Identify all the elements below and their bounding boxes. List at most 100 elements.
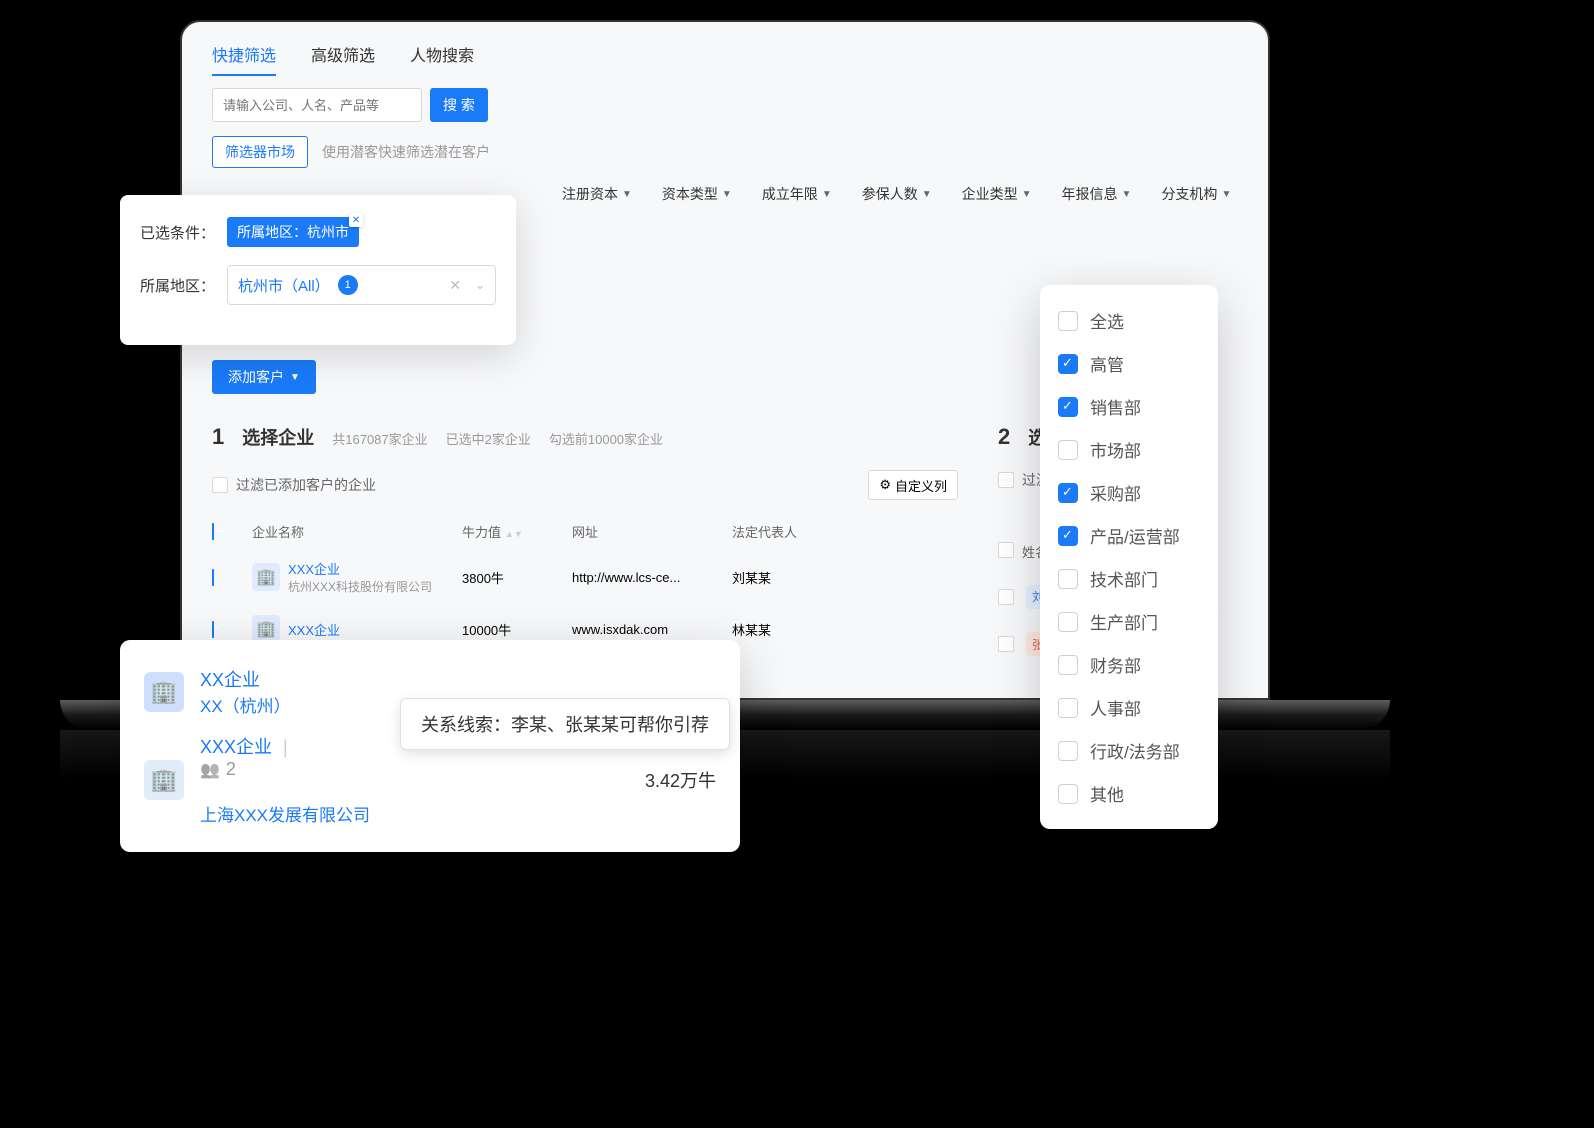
- dept-label: 市场部: [1090, 437, 1141, 462]
- dept-option[interactable]: 技术部门: [1058, 557, 1200, 600]
- condition-tag[interactable]: 所属地区：杭州市 ✕: [227, 217, 359, 247]
- dept-checkbox[interactable]: [1058, 483, 1078, 503]
- relation-tooltip: 关系线索：李某、张某某可帮你引荐: [400, 698, 730, 750]
- col-header-url: 网址: [572, 522, 712, 541]
- dept-checkbox[interactable]: [1058, 569, 1078, 589]
- chevron-down-icon: ⌄: [475, 278, 485, 292]
- filter-tabs: 快捷筛选 高级筛选 人物搜索: [212, 42, 1238, 76]
- chevron-down-icon: ▼: [290, 372, 300, 383]
- tab-advanced-filter[interactable]: 高级筛选: [311, 42, 375, 76]
- dept-option[interactable]: 财务部: [1058, 643, 1200, 686]
- cell-niu: 3800牛: [462, 568, 552, 587]
- filter-market-button[interactable]: 筛选器市场: [212, 136, 308, 168]
- dept-option[interactable]: 高管: [1058, 342, 1200, 385]
- select-top-link[interactable]: 勾选前10000家企业: [549, 429, 663, 448]
- search-input[interactable]: [212, 88, 422, 122]
- filter-capital[interactable]: 注册资本▼: [562, 184, 632, 204]
- company-score: 3.42万牛: [645, 767, 716, 793]
- building-icon: 🏢: [144, 672, 184, 712]
- selected-conditions-label: 已选条件：: [140, 222, 215, 243]
- caret-icon: ▼: [722, 189, 732, 200]
- region-label: 所属地区：: [140, 275, 215, 296]
- dept-option[interactable]: 全选: [1058, 299, 1200, 342]
- search-row: 搜 索: [212, 88, 1238, 122]
- dept-option[interactable]: 产品/运营部: [1058, 514, 1200, 557]
- remove-tag-icon[interactable]: ✕: [349, 213, 363, 227]
- search-button[interactable]: 搜 索: [430, 88, 488, 122]
- add-customer-button[interactable]: 添加客户▼: [212, 360, 316, 394]
- region-count-badge: 1: [338, 275, 358, 295]
- filter-added-checkbox[interactable]: [212, 477, 228, 493]
- building-icon: 🏢: [144, 760, 184, 800]
- col-header-niu[interactable]: 牛力值▲▼: [462, 522, 552, 541]
- dept-checkbox[interactable]: [1058, 698, 1078, 718]
- dept-option[interactable]: 销售部: [1058, 385, 1200, 428]
- dept-checkbox[interactable]: [1058, 526, 1078, 546]
- dept-label: 销售部: [1090, 394, 1141, 419]
- company-suggestion-card: 🏢 XX企业 XX（杭州） 关系线索：李某、张某某可帮你引荐 🏢 XXX企业 |…: [120, 640, 740, 852]
- department-filter-card: 全选高管销售部市场部采购部产品/运营部技术部门生产部门财务部人事部行政/法务部其…: [1040, 285, 1218, 829]
- dept-label: 全选: [1090, 308, 1124, 333]
- dept-checkbox[interactable]: [1058, 784, 1078, 804]
- row-checkbox[interactable]: [212, 621, 214, 638]
- selected-conditions-card: 已选条件： 所属地区：杭州市 ✕ 所属地区： 杭州市（All） 1 ✕ ⌄: [120, 195, 516, 345]
- clear-icon[interactable]: ✕: [449, 277, 461, 294]
- dept-label: 采购部: [1090, 480, 1141, 505]
- contact-select-all[interactable]: [998, 542, 1014, 558]
- caret-icon: ▼: [1122, 189, 1132, 200]
- filter-market-hint: 使用潜客快速筛选潜在客户: [322, 142, 490, 162]
- filter-report[interactable]: 年报信息▼: [1062, 184, 1132, 204]
- dept-label: 财务部: [1090, 652, 1141, 677]
- dept-label: 高管: [1090, 351, 1124, 376]
- caret-icon: ▼: [1221, 189, 1231, 200]
- custom-columns-button[interactable]: 自定义列: [868, 470, 958, 500]
- dept-option[interactable]: 采购部: [1058, 471, 1200, 514]
- dept-option[interactable]: 生产部门: [1058, 600, 1200, 643]
- dept-option[interactable]: 人事部: [1058, 686, 1200, 729]
- select-all-checkbox[interactable]: [212, 523, 214, 540]
- filter-company-type[interactable]: 企业类型▼: [962, 184, 1032, 204]
- dept-checkbox[interactable]: [1058, 311, 1078, 331]
- company-count: 共167087家企业: [332, 429, 427, 448]
- dept-checkbox[interactable]: [1058, 440, 1078, 460]
- sort-icon: ▲▼: [505, 532, 523, 537]
- dept-checkbox[interactable]: [1058, 354, 1078, 374]
- filter-insured[interactable]: 参保人数▼: [862, 184, 932, 204]
- dept-label: 产品/运营部: [1090, 523, 1180, 548]
- dept-option[interactable]: 其他: [1058, 772, 1200, 815]
- region-select[interactable]: 杭州市（All） 1 ✕ ⌄: [227, 265, 496, 305]
- contact-checkbox[interactable]: [998, 589, 1014, 605]
- filter-added-label: 过滤已添加客户的企业: [236, 475, 376, 495]
- dept-label: 行政/法务部: [1090, 738, 1180, 763]
- caret-icon: ▼: [922, 189, 932, 200]
- dept-label: 生产部门: [1090, 609, 1158, 634]
- building-icon: 🏢: [252, 563, 280, 591]
- dept-checkbox[interactable]: [1058, 397, 1078, 417]
- tab-people-search[interactable]: 人物搜索: [410, 42, 474, 76]
- dept-checkbox[interactable]: [1058, 741, 1078, 761]
- people-icon: [200, 759, 220, 780]
- dept-label: 技术部门: [1090, 566, 1158, 591]
- dept-label: 其他: [1090, 781, 1124, 806]
- col-header-name: 企业名称: [252, 522, 442, 541]
- dept-checkbox[interactable]: [1058, 612, 1078, 632]
- col-header-rep: 法定代表人: [732, 522, 812, 541]
- dept-option[interactable]: 行政/法务部: [1058, 729, 1200, 772]
- filter-bar: 注册资本▼ 资本类型▼ 成立年限▼ 参保人数▼ 企业类型▼ 年报信息▼ 分支机构…: [562, 184, 1238, 204]
- selected-count: 已选中2家企业: [446, 429, 531, 448]
- cell-url[interactable]: www.isxdak.com: [572, 622, 712, 637]
- filter-capital-type[interactable]: 资本类型▼: [662, 184, 732, 204]
- filter-years[interactable]: 成立年限▼: [762, 184, 832, 204]
- step-title: 选择企业: [242, 424, 314, 450]
- filter-empty-checkbox[interactable]: [998, 472, 1014, 488]
- row-checkbox[interactable]: [212, 569, 214, 586]
- filter-branch[interactable]: 分支机构▼: [1161, 184, 1231, 204]
- cell-url[interactable]: http://www.lcs-ce...: [572, 570, 712, 585]
- gear-icon: [879, 477, 891, 493]
- tab-quick-filter[interactable]: 快捷筛选: [212, 42, 276, 76]
- dept-checkbox[interactable]: [1058, 655, 1078, 675]
- dept-option[interactable]: 市场部: [1058, 428, 1200, 471]
- contact-checkbox[interactable]: [998, 636, 1014, 652]
- table-row[interactable]: 🏢 XXX企业杭州XXX科技股份有限公司 3800牛 http://www.lc…: [212, 549, 958, 605]
- caret-icon: ▼: [1022, 189, 1032, 200]
